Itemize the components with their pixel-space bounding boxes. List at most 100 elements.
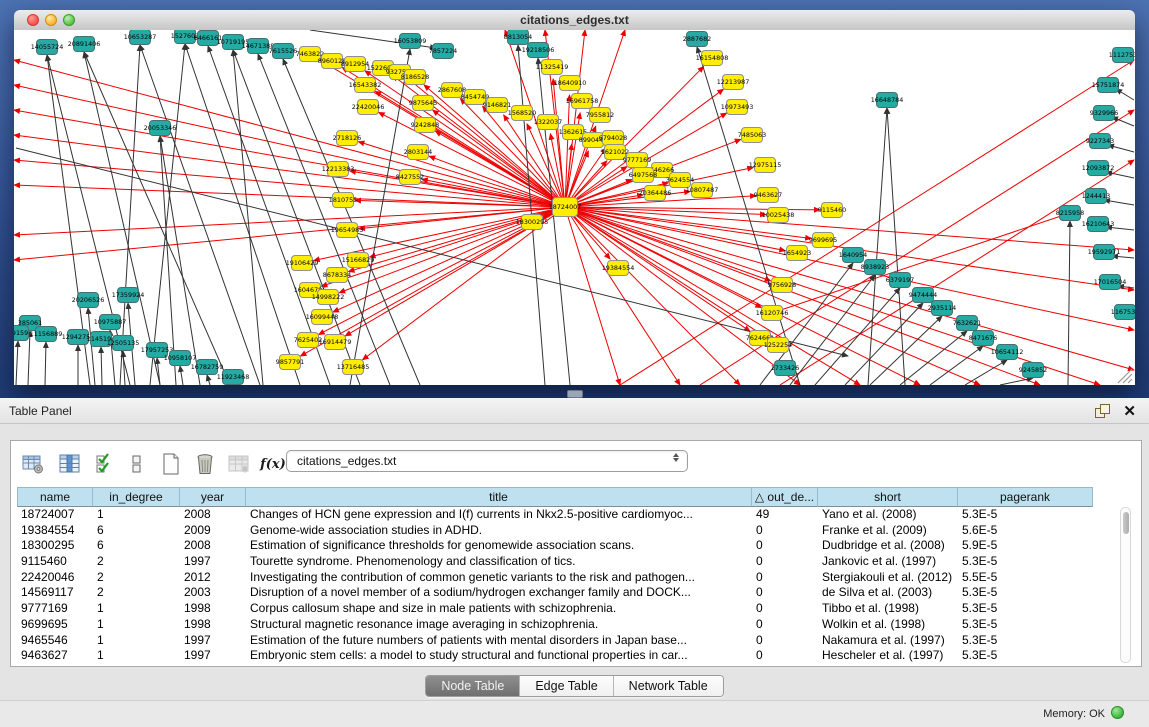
graph-edge [1068,221,1070,385]
graph-node-label: 16154808 [696,54,729,62]
graph-node-label: 1167534 [1111,308,1135,316]
cell: 49 [752,507,818,523]
cell: 14569117 [17,585,93,601]
cell: Tourette syndrome. Phenomenology and cla… [246,554,752,570]
cell: 0 [752,523,818,539]
delete-table-icon[interactable] [225,451,253,477]
table-row[interactable]: 1872400712008Changes of HCN gene express… [17,507,1100,523]
tab-network-table[interactable]: Network Table [614,676,723,696]
graph-node-label: 10654112 [991,348,1024,356]
column-header-year[interactable]: year [180,487,246,507]
table-vertical-scrollbar[interactable] [1120,507,1131,663]
graph-node-label: 10975887 [94,318,127,326]
column-header-name[interactable]: name [17,487,93,507]
graph-node-label: 1252254 [764,341,792,349]
cell: 0 [752,554,818,570]
graph-node-label: 11325419 [536,63,569,71]
cell: Estimation of significance thresholds fo… [246,538,752,554]
cell: 2 [93,554,180,570]
table-row[interactable]: 911546021997Tourette syndrome. Phenomeno… [17,554,1100,570]
cell: 9777169 [17,601,93,617]
column-header-pagerank[interactable]: pagerank [958,487,1093,507]
table-type-tabbar: Node TableEdge TableNetwork Table [0,675,1149,697]
graph-edge [120,45,140,385]
panel-divider-handle[interactable] [567,390,583,398]
cell: Genome-wide association studies in ADHD. [246,523,752,539]
graph-node-label: 9699695 [809,236,837,244]
table-row[interactable]: 977716911998Corpus callosum shape and si… [17,601,1100,617]
cell: Dudbridge et al. (2008) [818,538,958,554]
tab-node-table[interactable]: Node Table [426,676,520,696]
table-row[interactable]: 2242004622012Investigating the contribut… [17,570,1100,586]
graph-node-label: 12093872 [1082,164,1115,172]
table-body: 1872400712008Changes of HCN gene express… [17,507,1100,664]
cell: Wolkin et al. (1998) [818,617,958,633]
float-panel-icon[interactable] [1095,404,1109,418]
column-header-short[interactable]: short [818,487,958,507]
graph-node-label: 10653287 [124,33,157,41]
cell: 5.5E-5 [958,570,1093,586]
graph-edge [565,207,620,385]
column-header-in_degree[interactable]: in_degree [93,487,180,507]
close-panel-icon[interactable]: ✕ [1123,402,1136,420]
graph-edge [565,207,800,385]
table-row[interactable]: 946362711997Embryonic stem cells: a mode… [17,648,1100,664]
delete-column-icon[interactable] [191,451,219,477]
graph-node-label: 7857224 [429,47,457,55]
new-column-icon[interactable] [157,451,185,477]
cell: 1998 [180,617,246,633]
graph-node-label: 20053346 [144,124,177,132]
memory-status-indicator[interactable] [1111,706,1124,719]
graph-node-label: 9857791 [276,358,304,366]
network-canvas[interactable]: 7463822896012889129541522605893275088186… [14,30,1135,385]
cell: Hescheler et al. (1997) [818,648,958,664]
canvas-resize-grip[interactable] [1118,369,1132,383]
network-table-selector[interactable]: citations_edges.txt [286,450,688,472]
cell: Changes of HCN gene expression and I(f) … [246,507,752,523]
graph-node-label: 6497568 [629,171,657,179]
graph-edge [565,207,740,385]
graph-edge [180,366,183,385]
graph-node-label: 1810755 [329,196,357,204]
scrollbar-thumb[interactable] [1123,512,1129,534]
table-row[interactable]: 1830029562008Estimation of significance … [17,538,1100,554]
function-builder-icon[interactable]: f(x) [259,451,287,477]
tab-edge-table[interactable]: Edge Table [520,676,613,696]
graph-node-label: 13716485 [337,363,370,371]
graph-node-label: 18724007 [549,203,582,211]
cell: 9115460 [17,554,93,570]
graph-node-label: 1640954 [839,251,867,259]
cell: 5.3E-5 [958,507,1093,523]
show-column-icon[interactable] [56,451,84,477]
graph-node-label: 16210643 [1082,220,1115,228]
table-options-icon[interactable] [19,451,47,477]
unselect-rows-icon[interactable] [123,451,151,477]
column-header-out_de[interactable]: △ out_de... [752,487,818,507]
graph-node-label: 7632621 [953,319,981,327]
table-row[interactable]: 1456911722003Disruption of a novel membe… [17,585,1100,601]
table-row[interactable]: 946554611997Estimation of the future num… [17,633,1100,649]
graph-edge [207,375,210,385]
table-row[interactable]: 969969511998Structural magnetic resonanc… [17,617,1100,633]
graph-node-label: 18300295 [516,218,549,226]
column-header-title[interactable]: title [246,487,752,507]
graph-edge [16,341,18,385]
cell: 6 [93,523,180,539]
fx-label: f(x) [260,457,286,472]
cell: 19384554 [17,523,93,539]
cell: 18724007 [17,507,93,523]
graph-node-label: 9227343 [1086,137,1114,145]
table-row[interactable]: 1938455462009Genome-wide association stu… [17,523,1100,539]
graph-node-label: 39159 [14,329,28,337]
table-header-row: namein_degreeyeartitle△ out_de...shortpa… [17,487,1093,507]
graph-node-label: 6794028 [599,134,627,142]
graph-node-label: 7485063 [738,131,766,139]
select-all-rows-icon[interactable] [91,451,119,477]
graph-node-label: 16648784 [871,96,904,104]
network-window-titlebar[interactable]: citations_edges.txt [14,10,1135,31]
cell: 0 [752,585,818,601]
citation-network-graph[interactable]: 7463822896012889129541522605893275088186… [14,30,1135,385]
graph-edge [870,316,942,385]
graph-node-label: 12213383 [322,165,355,173]
cell: 0 [752,633,818,649]
